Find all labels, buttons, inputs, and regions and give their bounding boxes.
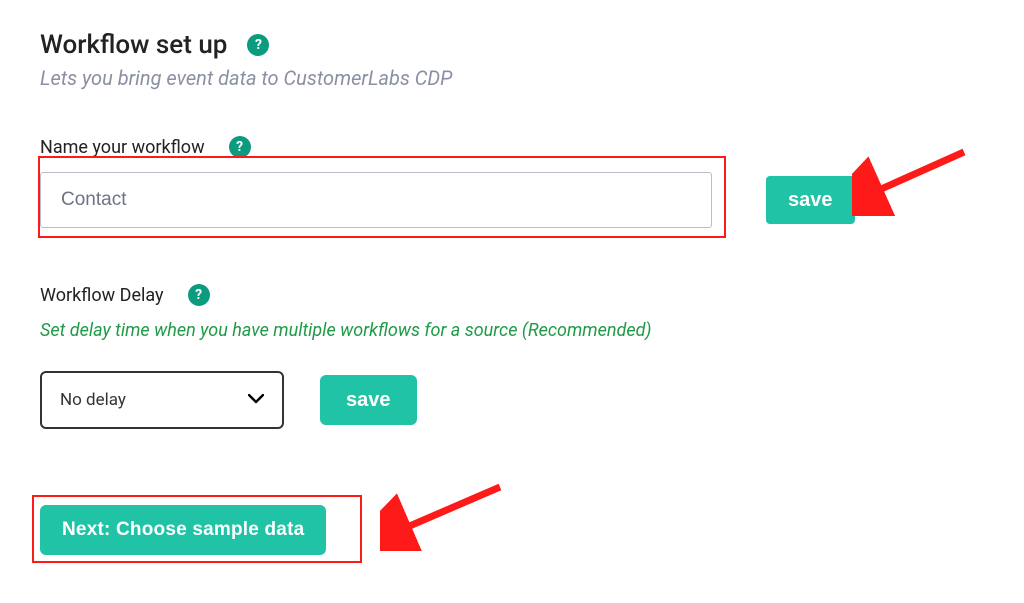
save-workflow-delay-button[interactable]: save (320, 375, 417, 425)
help-icon[interactable]: ? (188, 284, 210, 306)
workflow-delay-value: No delay (60, 390, 248, 410)
workflow-name-label: Name your workflow (40, 137, 205, 158)
next-choose-sample-data-button[interactable]: Next: Choose sample data (40, 505, 326, 555)
save-workflow-name-button[interactable]: save (766, 176, 855, 224)
workflow-delay-select[interactable]: No delay (40, 371, 284, 429)
page-title: Workflow set up (40, 30, 227, 60)
help-icon[interactable]: ? (247, 34, 269, 56)
workflow-delay-label: Workflow Delay (40, 285, 164, 306)
workflow-name-input[interactable] (40, 172, 712, 228)
annotation-arrow-icon (380, 481, 510, 551)
page-subtitle: Lets you bring event data to CustomerLab… (40, 66, 984, 90)
workflow-delay-hint: Set delay time when you have multiple wo… (40, 320, 984, 341)
chevron-down-icon (248, 392, 264, 408)
help-icon[interactable]: ? (229, 136, 251, 158)
